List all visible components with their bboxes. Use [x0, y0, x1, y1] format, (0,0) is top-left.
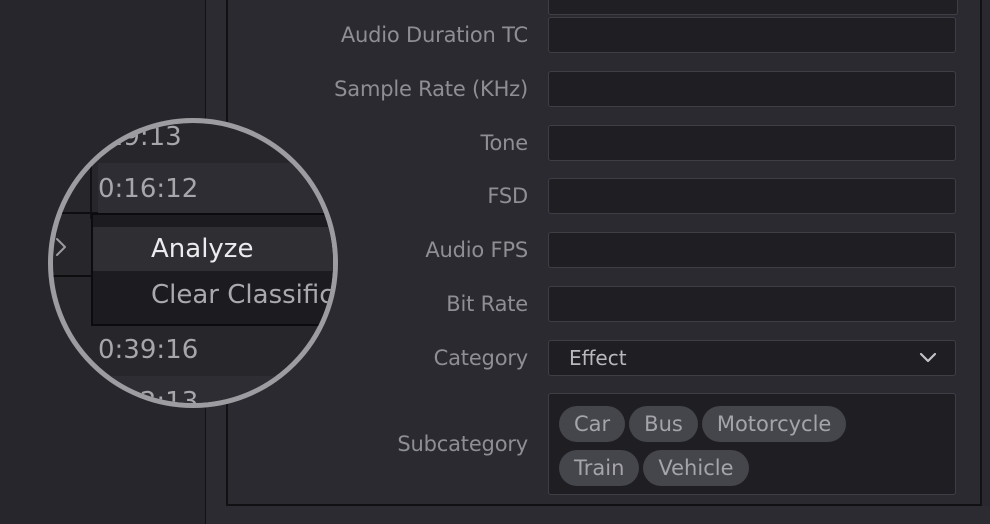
audio-fps-label: Audio FPS	[425, 238, 528, 262]
category-label: Category	[433, 346, 529, 370]
subcategory-chip[interactable]: Car	[559, 406, 626, 442]
sample-rate-label: Sample Rate (KHz)	[334, 77, 528, 101]
audio-fps-field[interactable]	[548, 232, 956, 268]
fsd-label: FSD	[487, 184, 528, 208]
column-divider	[90, 123, 92, 219]
context-menu: Analyze Clear Classific	[91, 213, 333, 326]
bit-rate-label: Bit Rate	[446, 292, 528, 316]
fsd-field[interactable]	[548, 178, 956, 214]
timecode-row[interactable]: 0:16:12	[98, 163, 333, 215]
category-select[interactable]: Effect	[548, 340, 956, 376]
subcategory-chip[interactable]: Bus	[629, 406, 698, 442]
timecode-row[interactable]: :29:13	[98, 123, 333, 163]
panel-bottom-gutter	[206, 506, 990, 524]
timecode-row[interactable]: 0:39:16	[98, 324, 333, 376]
tone-label: Tone	[480, 131, 528, 155]
tone-field[interactable]	[548, 125, 956, 161]
audio-duration-tc-label: Audio Duration TC	[340, 23, 528, 47]
chevron-right-icon[interactable]	[54, 236, 68, 258]
partial-field-top[interactable]	[548, 0, 958, 15]
subcategory-chip[interactable]: Train	[559, 450, 640, 486]
audio-duration-tc-field[interactable]	[548, 17, 956, 53]
menu-item-analyze[interactable]: Analyze	[93, 227, 333, 271]
magnifier-callout: :29:13 0:16:12 0:39:16 0:42:13 Analyze C…	[48, 118, 338, 408]
subcategory-tags-field[interactable]: Car Bus Motorcycle Train Vehicle	[548, 393, 956, 495]
subcategory-chip[interactable]: Motorcycle	[701, 406, 847, 442]
subcategory-label: Subcategory	[397, 432, 528, 456]
menu-item-clear-classification[interactable]: Clear Classific	[93, 273, 333, 317]
subcategory-chip[interactable]: Vehicle	[643, 450, 749, 486]
bit-rate-field[interactable]	[548, 286, 956, 322]
sample-rate-field[interactable]	[548, 71, 956, 107]
category-value: Effect	[569, 346, 627, 370]
chevron-down-icon	[919, 352, 937, 363]
subcategory-chip-list: Car Bus Motorcycle Train Vehicle	[559, 406, 949, 494]
